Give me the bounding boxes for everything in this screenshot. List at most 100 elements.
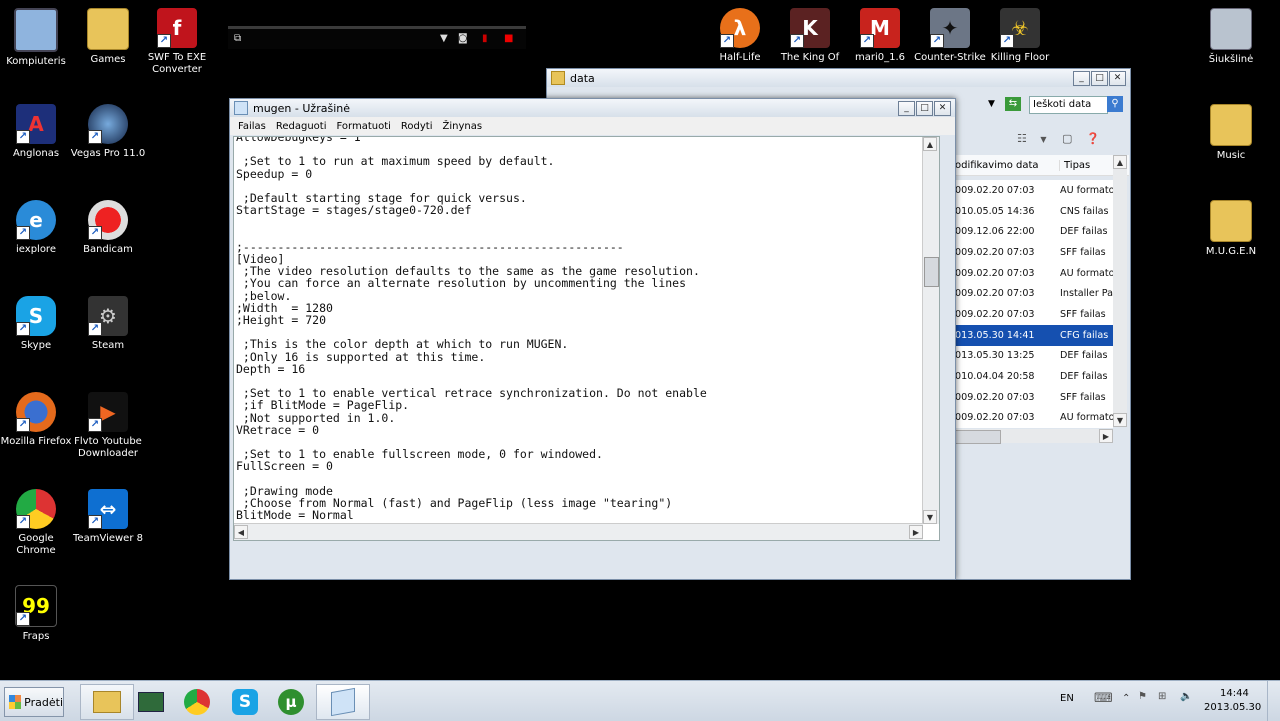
camera-icon[interactable]: ◙ xyxy=(458,33,468,44)
scroll-thumb[interactable] xyxy=(924,257,939,287)
file-type: AU formato xyxy=(1060,267,1113,279)
file-row[interactable]: 009.02.20 07:03 Installer Pa xyxy=(953,283,1113,304)
close-button[interactable]: ✕ xyxy=(1109,70,1126,86)
file-row[interactable]: 009.12.06 22:00 DEF failas xyxy=(953,221,1113,242)
desktop-shortcut-label: Vegas Pro 11.0 xyxy=(70,148,146,159)
desktop-shortcut[interactable]: f ↗ SWF To EXE Converter xyxy=(139,8,215,76)
taskbar-utorrent[interactable]: µ xyxy=(264,684,318,720)
file-row[interactable]: 010.04.04 20:58 DEF failas xyxy=(953,366,1113,387)
desktop-shortcut[interactable]: ↗ Vegas Pro 11.0 xyxy=(70,104,146,160)
file-row[interactable]: 013.05.30 14:41 CFG failas xyxy=(953,324,1113,346)
notepad-title: mugen - Užrašinė xyxy=(253,101,350,115)
dropdown-arrow-icon[interactable]: ▼ xyxy=(1040,135,1046,144)
file-row[interactable]: 010.05.05 14:36 CNS failas xyxy=(953,201,1113,222)
start-button[interactable]: Pradėti xyxy=(4,687,64,717)
desktop-shortcut[interactable]: Games xyxy=(70,8,146,66)
scroll-down-arrow[interactable]: ▼ xyxy=(923,510,937,524)
keyboard-icon[interactable]: ⌨ xyxy=(1094,691,1113,706)
view-icon[interactable]: ☷ xyxy=(1017,132,1027,145)
desktop-shortcut[interactable]: M.U.G.E.N xyxy=(1193,200,1269,258)
notepad-titlebar[interactable]: mugen - Užrašinė _ □ ✕ xyxy=(230,99,955,117)
desktop-shortcut-label: Anglonas xyxy=(12,148,60,159)
menu-file[interactable]: Failas xyxy=(233,121,271,132)
menu-format[interactable]: Formatuoti xyxy=(332,121,396,132)
file-row[interactable]: 009.02.20 07:03 AU formato xyxy=(953,180,1113,201)
explorer-titlebar[interactable]: data _ □ ✕ xyxy=(547,69,1130,87)
desktop-shortcut[interactable]: M ↗ mari0_1.6 xyxy=(842,8,918,64)
scroll-up-arrow[interactable]: ▲ xyxy=(923,137,937,151)
desktop-shortcut[interactable]: ⚙ ↗ Steam xyxy=(70,296,146,352)
clock-time[interactable]: 14:44 xyxy=(1220,688,1249,699)
preview-pane-icon[interactable]: ▢ xyxy=(1062,132,1072,145)
maximize-button[interactable]: □ xyxy=(916,100,933,116)
horizontal-scrollbar[interactable]: ◀ ▶ xyxy=(234,523,923,540)
shortcut-arrow-icon: ↗ xyxy=(157,34,171,48)
flvto-icon: ▶ ↗ xyxy=(88,392,128,432)
editor-text[interactable]: AllowDebugKeys = 1 ;Set to 1 to run at m… xyxy=(234,137,939,540)
file-row[interactable]: 009.02.20 07:03 SFF failas xyxy=(953,387,1113,408)
desktop-shortcut[interactable]: Kompiuteris xyxy=(0,8,74,68)
minimize-button[interactable]: _ xyxy=(1073,70,1090,86)
desktop-shortcut[interactable]: e ↗ iexplore xyxy=(0,200,74,256)
restore-icon[interactable]: ⧉ xyxy=(234,33,241,44)
explorer-vscrollbar[interactable]: ▲ ▼ xyxy=(1113,155,1127,427)
taskbar-notepad[interactable] xyxy=(316,684,370,720)
notepad-window: mugen - Užrašinė _ □ ✕ Failas Redaguoti … xyxy=(229,98,956,580)
refresh-icon[interactable]: ⇆ xyxy=(1005,97,1021,111)
desktop-shortcut[interactable]: Music xyxy=(1193,104,1269,162)
menu-help[interactable]: Žinynas xyxy=(438,121,488,132)
scroll-up-arrow[interactable]: ▲ xyxy=(1113,155,1127,169)
show-desktop-button[interactable] xyxy=(1267,681,1280,721)
text-editor[interactable]: AllowDebugKeys = 1 ;Set to 1 to run at m… xyxy=(233,136,940,541)
record-icon[interactable]: ▮ xyxy=(482,33,488,44)
maximize-button[interactable]: □ xyxy=(1091,70,1108,86)
desktop-shortcut[interactable]: ↗ Mozilla Firefox xyxy=(0,392,74,448)
desktop-shortcut[interactable]: ↗ Bandicam xyxy=(70,200,146,256)
close-button[interactable]: ✕ xyxy=(934,100,951,116)
column-type[interactable]: Tipas xyxy=(1059,159,1118,171)
dropdown-arrow-icon[interactable]: ▼ xyxy=(988,99,995,109)
taskbar-chrome[interactable] xyxy=(170,684,224,720)
scroll-right-arrow[interactable]: ▶ xyxy=(1099,429,1113,443)
minimize-button[interactable]: _ xyxy=(898,100,915,116)
menu-view[interactable]: Rodyti xyxy=(396,121,438,132)
dropdown-arrow-icon[interactable]: ▼ xyxy=(440,33,448,44)
desktop-shortcut[interactable]: ☣ ↗ Killing Floor xyxy=(982,8,1058,64)
desktop-shortcut[interactable]: ▶ ↗ Flvto Youtube Downloader xyxy=(70,392,146,460)
file-row[interactable]: 009.02.20 07:03 AU formato xyxy=(953,408,1113,429)
volume-icon[interactable]: 🔈 xyxy=(1180,691,1192,702)
vertical-scrollbar[interactable]: ▲ ▼ xyxy=(922,137,939,524)
scroll-down-arrow[interactable]: ▼ xyxy=(1113,413,1127,427)
file-type: AU formato xyxy=(1060,184,1113,196)
column-date[interactable]: odifikavimo data xyxy=(953,160,1059,171)
help-icon[interactable]: ❓ xyxy=(1086,132,1100,145)
menu-edit[interactable]: Redaguoti xyxy=(271,121,332,132)
file-row[interactable]: 013.05.30 13:25 DEF failas xyxy=(953,346,1113,367)
show-hidden-icons[interactable]: ⌃ xyxy=(1122,693,1130,704)
file-row[interactable]: 009.02.20 07:03 SFF failas xyxy=(953,304,1113,325)
desktop-shortcut[interactable]: Šiukšlinė xyxy=(1193,8,1269,66)
desktop-shortcut[interactable]: 99 ↗ Fraps xyxy=(0,585,74,643)
desktop-shortcut[interactable]: K ↗ The King Of xyxy=(772,8,848,64)
scroll-thumb[interactable] xyxy=(953,430,1001,444)
network-icon[interactable]: ⊞ xyxy=(1158,691,1166,702)
search-input[interactable]: Ieškoti data xyxy=(1029,96,1108,114)
folder-icon xyxy=(1210,104,1252,146)
desktop-shortcut[interactable]: ↗ Google Chrome xyxy=(0,489,74,557)
clock-date[interactable]: 2013.05.30 xyxy=(1204,702,1261,713)
desktop-shortcut[interactable]: ⇔ ↗ TeamViewer 8 xyxy=(70,489,146,545)
file-row[interactable]: 009.02.20 07:03 SFF failas xyxy=(953,242,1113,263)
desktop-shortcut[interactable]: λ ↗ Half-Life xyxy=(702,8,778,64)
flag-icon[interactable]: ⚑ xyxy=(1138,691,1147,702)
desktop-shortcut[interactable]: A ↗ Anglonas xyxy=(0,104,74,160)
stop-icon[interactable]: ■ xyxy=(504,33,513,44)
explorer-hscrollbar[interactable]: ▶ xyxy=(953,429,1113,444)
language-indicator[interactable]: EN xyxy=(1060,693,1074,704)
file-row[interactable]: 009.02.20 07:03 AU formato xyxy=(953,263,1113,284)
desktop-shortcut-label: Games xyxy=(90,54,126,65)
desktop-shortcut[interactable]: S ↗ Skype xyxy=(0,296,74,352)
search-icon[interactable]: ⚲ xyxy=(1107,96,1123,112)
desktop-shortcut[interactable]: ✦ ↗ Counter-Strike xyxy=(912,8,988,64)
scroll-left-arrow[interactable]: ◀ xyxy=(234,525,248,539)
scroll-right-arrow[interactable]: ▶ xyxy=(909,525,923,539)
